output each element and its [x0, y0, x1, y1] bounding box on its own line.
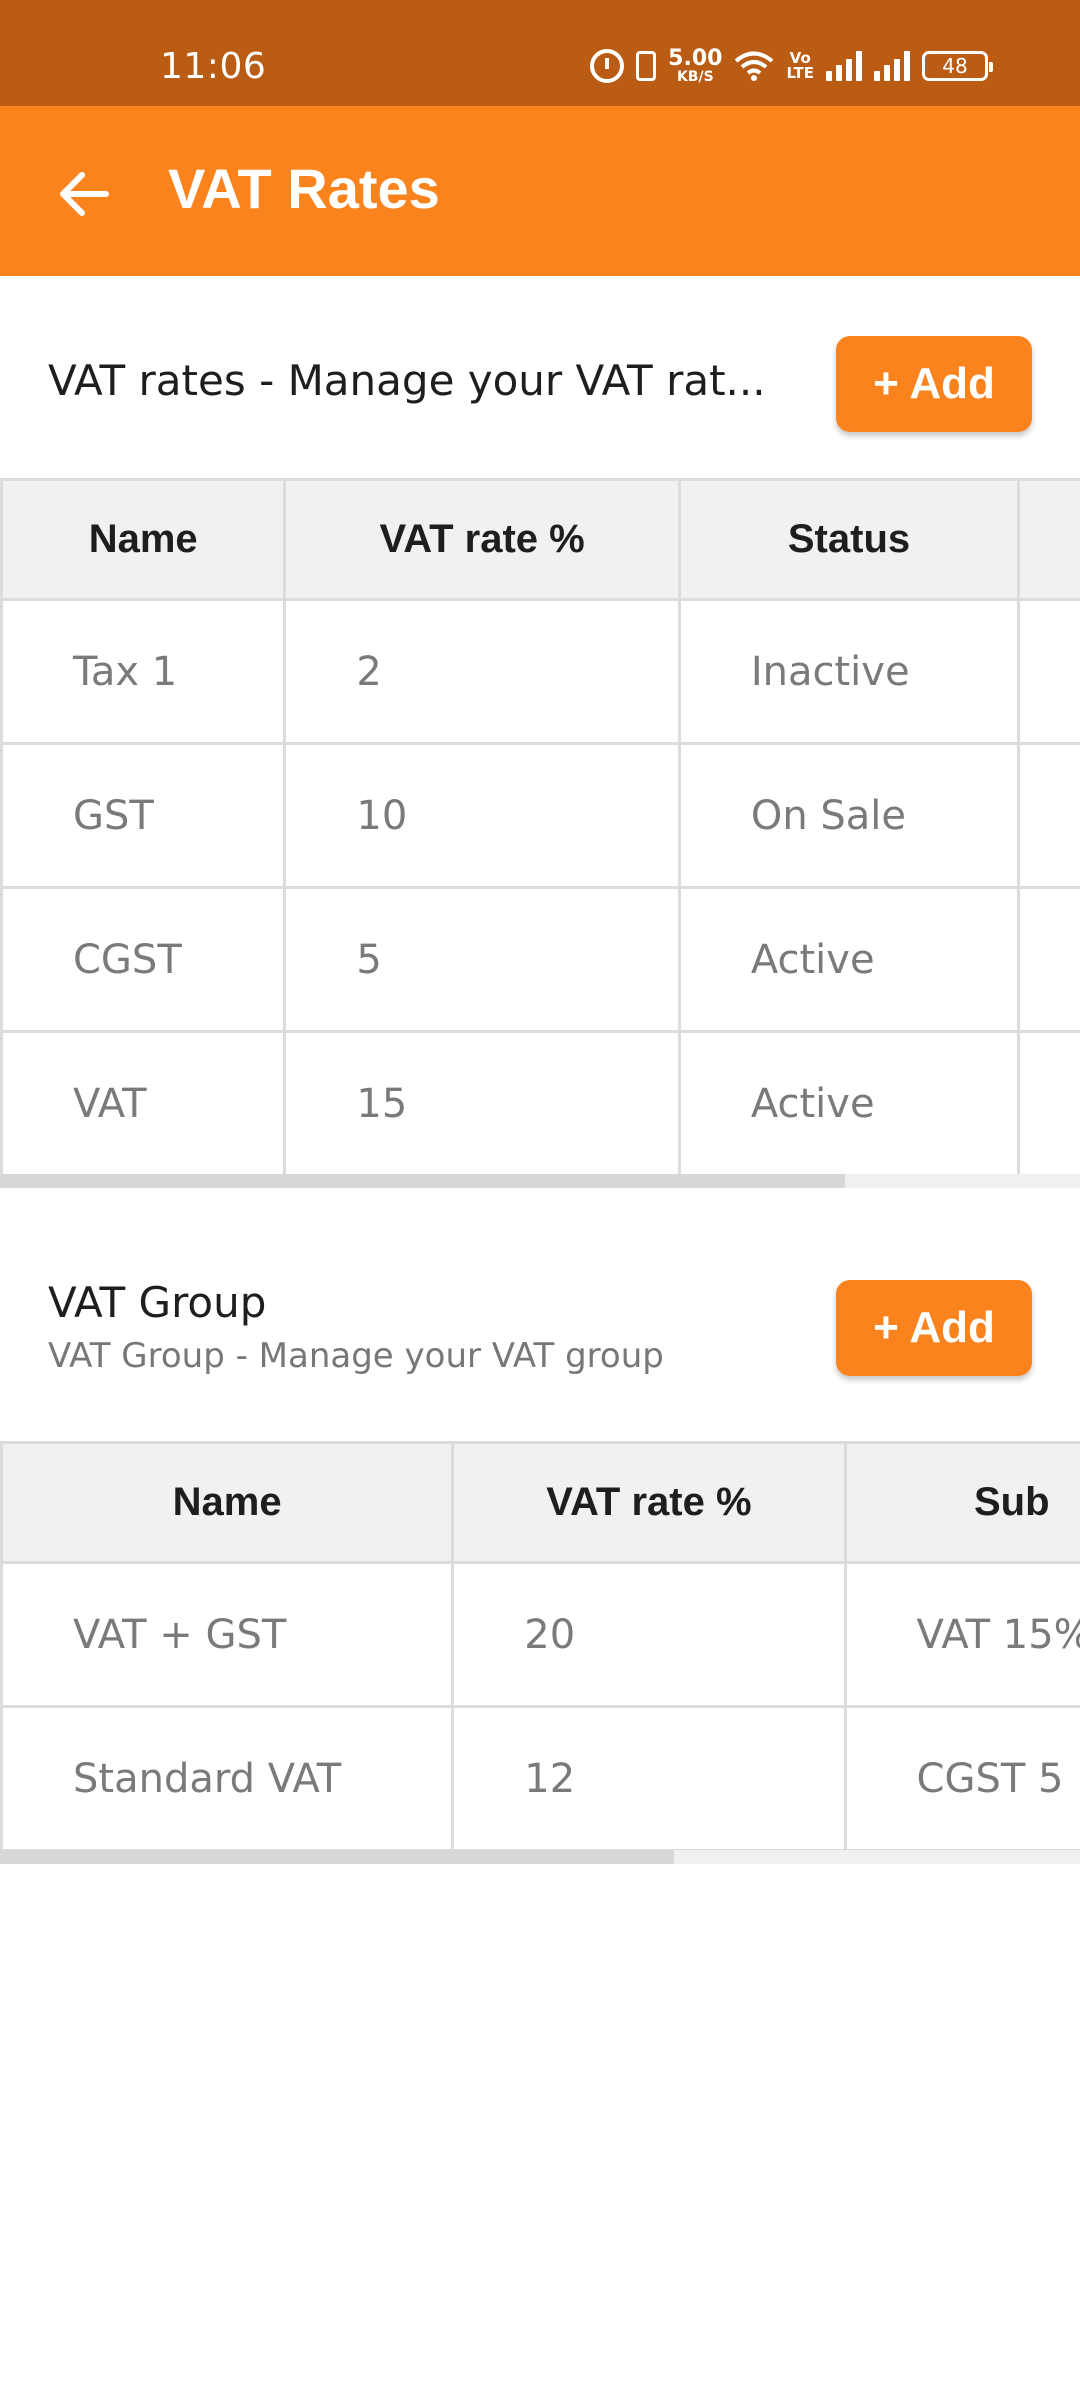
col-sub: Sub: [843, 1441, 1080, 1564]
add-vat-group-button[interactable]: + Add: [836, 1280, 1032, 1376]
vibrate-icon: [636, 51, 657, 81]
col-more: [1017, 478, 1080, 601]
cell-name: GST: [0, 742, 287, 889]
battery-icon: 48: [922, 51, 993, 81]
table-row[interactable]: VAT 15 Active: [0, 1030, 1080, 1177]
cell-name: Tax 1: [0, 598, 287, 745]
vat-group-table: Name VAT rate % Sub VAT + GST 20 VAT 15%…: [0, 1441, 1080, 1851]
cell-rate: 15: [283, 1030, 681, 1177]
cell-rate: 5: [283, 886, 681, 1033]
volte-icon: Vo LTE: [786, 49, 814, 82]
arrow-left-icon[interactable]: [54, 164, 114, 224]
cell-status: On Sale: [677, 742, 1021, 889]
cell-more: [1017, 598, 1080, 745]
network-speed-unit: KB/S: [676, 69, 714, 85]
vat-rates-scrollbar[interactable]: [0, 1174, 1080, 1188]
cell-name: Standard VAT: [0, 1705, 455, 1851]
vat-rates-scroll-thumb[interactable]: [0, 1174, 845, 1188]
signal-icon-1: [826, 51, 862, 81]
cell-status: Inactive: [677, 598, 1021, 745]
vat-rates-title: VAT rates - Manage your VAT rat...: [48, 356, 766, 405]
col-vat-rate: VAT rate %: [451, 1441, 847, 1564]
col-name: Name: [0, 478, 287, 601]
vat-group-scrollbar[interactable]: [0, 1850, 1080, 1864]
cell-more: [1017, 1030, 1080, 1177]
col-name: Name: [0, 1441, 455, 1564]
cell-status: Active: [677, 1030, 1021, 1177]
col-status: Status: [677, 478, 1021, 601]
status-bar: 11:06 5.00 KB/S Vo LTE 48: [0, 0, 1080, 106]
network-speed: 5.00 KB/S: [668, 46, 723, 85]
vat-group-scroll-thumb[interactable]: [0, 1850, 674, 1864]
table-row[interactable]: Tax 1 2 Inactive: [0, 598, 1080, 745]
cell-name: CGST: [0, 886, 287, 1033]
table-row[interactable]: Standard VAT 12 CGST 5: [0, 1705, 1080, 1851]
vat-group-title: VAT Group: [48, 1278, 267, 1327]
signal-icon-2: [874, 51, 910, 81]
vat-rates-header-row: Name VAT rate % Status: [0, 478, 1080, 601]
cell-rate: 2: [283, 598, 681, 745]
cell-sub: CGST 5: [843, 1705, 1080, 1851]
page-title: VAT Rates: [168, 157, 440, 220]
wifi-icon: [734, 50, 774, 82]
cell-more: [1017, 742, 1080, 889]
cell-sub: VAT 15%: [843, 1561, 1080, 1708]
app-bar: VAT Rates: [0, 106, 1080, 276]
vat-group-subtitle: VAT Group - Manage your VAT group: [48, 1336, 664, 1376]
battery-level: 48: [942, 54, 968, 78]
table-row[interactable]: CGST 5 Active: [0, 886, 1080, 1033]
cell-name: VAT: [0, 1030, 287, 1177]
table-row[interactable]: GST 10 On Sale: [0, 742, 1080, 889]
network-speed-value: 5.00: [668, 46, 723, 71]
cell-rate: 12: [451, 1705, 847, 1851]
cell-rate: 10: [283, 742, 681, 889]
cell-rate: 20: [451, 1561, 847, 1708]
add-vat-rate-button[interactable]: + Add: [836, 336, 1032, 432]
cell-status: Active: [677, 886, 1021, 1033]
col-vat-rate: VAT rate %: [283, 478, 681, 601]
vat-group-header-row: Name VAT rate % Sub: [0, 1441, 1080, 1564]
status-time: 11:06: [160, 46, 267, 87]
vat-rates-table: Name VAT rate % Status Tax 1 2 Inactive …: [0, 478, 1080, 1178]
alarm-icon: [590, 49, 625, 83]
cell-more: [1017, 886, 1080, 1033]
status-icons: 5.00 KB/S Vo LTE 48: [590, 46, 993, 85]
table-row[interactable]: VAT + GST 20 VAT 15%: [0, 1561, 1080, 1708]
cell-name: VAT + GST: [0, 1561, 455, 1708]
